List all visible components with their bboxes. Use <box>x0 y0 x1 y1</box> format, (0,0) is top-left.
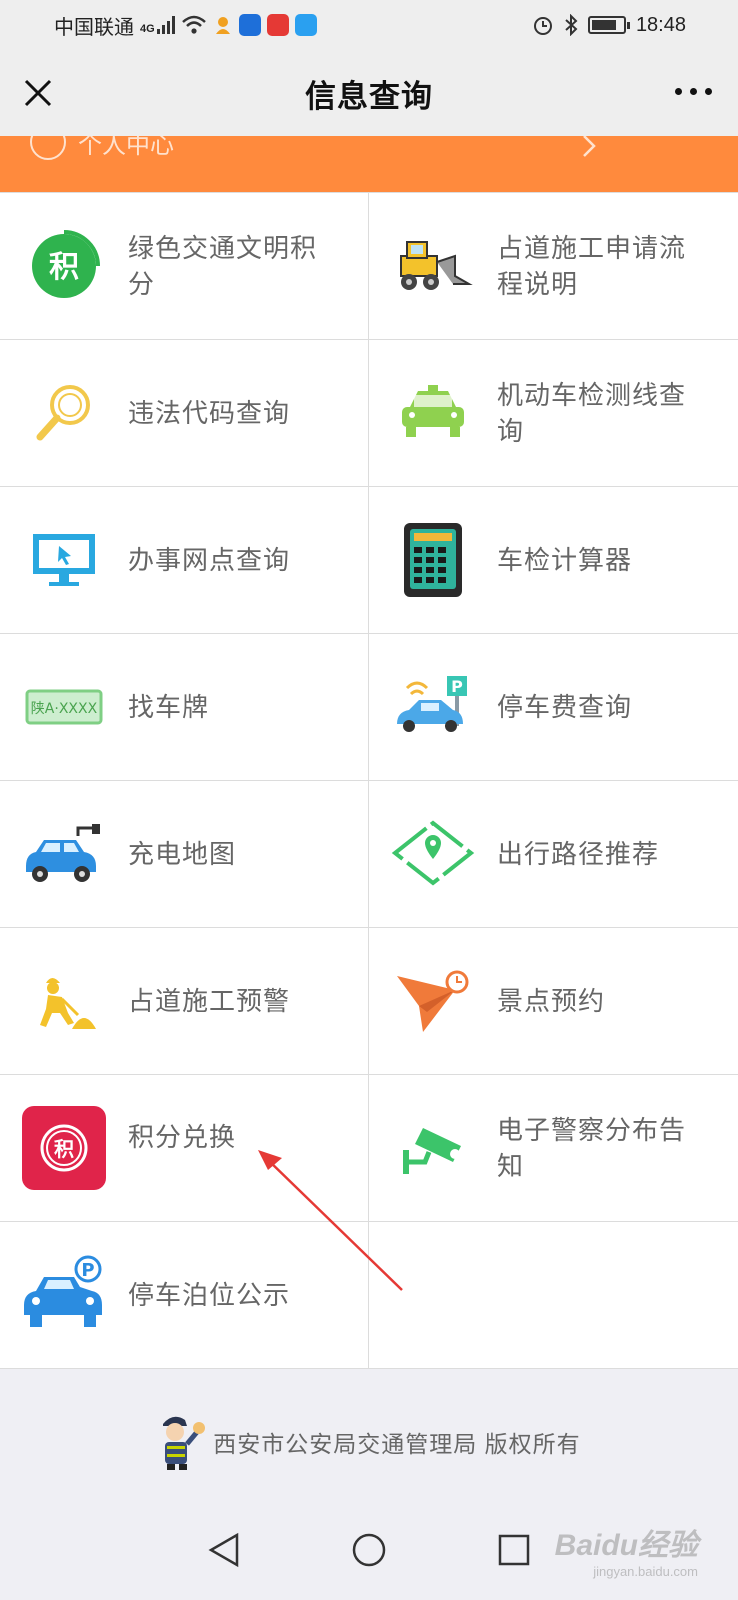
grid-item-label: 景点预约 <box>497 986 606 1016</box>
grid-item-label: 停车费查询 <box>497 692 633 722</box>
monitor-icon <box>22 518 106 602</box>
grid-item-scenic-reservation[interactable]: 景点预约 <box>369 928 738 1075</box>
police-mascot-icon <box>163 1416 206 1470</box>
route-icon <box>391 812 475 896</box>
carrier-label: 中国联通 <box>54 16 134 39</box>
green-car-icon <box>391 371 475 455</box>
grid-item-points-exchange[interactable]: 积 积分兑换 <box>0 1075 369 1222</box>
signal-icon <box>156 16 175 34</box>
bluetooth-icon <box>565 14 578 36</box>
grid-item-label: 电子警察分布告知 <box>497 1115 687 1181</box>
bulldozer-icon <box>391 224 475 308</box>
calculator-icon <box>391 518 475 602</box>
service-grid: 积 绿色交通文明积分 占道施工申请流程说明 违法代码查询 机动车检测线查询 办事… <box>0 192 738 1369</box>
grid-item-label: 违法代码查询 <box>128 398 291 428</box>
green-points-icon: 积 <box>22 224 106 308</box>
grid-item-construction-apply[interactable]: 占道施工申请流程说明 <box>369 193 738 340</box>
nav-bar: 信息查询 <box>0 50 738 136</box>
grid-item-inspection-line[interactable]: 机动车检测线查询 <box>369 340 738 487</box>
grid-item-construction-warning[interactable]: 占道施工预警 <box>0 928 369 1075</box>
grid-item-label: 占道施工预警 <box>128 986 291 1016</box>
grid-item-label: 找车牌 <box>128 692 210 722</box>
wifi-icon <box>181 15 206 34</box>
footer: 西安市公安局交通管理局 版权所有 <box>0 1392 738 1492</box>
license-plate-icon: 陕A·XXXX <box>22 665 106 749</box>
grid-item-label: 停车泊位公示 <box>128 1280 291 1310</box>
user-center-banner[interactable]: 个人中心 <box>0 136 738 192</box>
magnifier-icon <box>22 371 106 455</box>
page-title: 信息查询 <box>305 78 433 114</box>
app-notification-icon <box>294 14 317 36</box>
svg-text:积: 积 <box>49 250 79 285</box>
grid-item-label: 积分兑换 <box>128 1122 237 1152</box>
clock: 18:48 <box>635 13 686 36</box>
parking-berth-icon: P <box>22 1253 106 1337</box>
grid-item-label: 机动车检测线查询 <box>497 380 687 446</box>
network-label: 4G <box>140 22 155 35</box>
grid-item-label: 绿色交通文明积分 <box>128 233 318 299</box>
app-notification-icon <box>238 14 261 36</box>
charging-car-icon <box>22 812 106 896</box>
watermark-sub: jingyan.baidu.com <box>593 1564 698 1579</box>
svg-text:积: 积 <box>54 1137 74 1161</box>
grid-item-service-points[interactable]: 办事网点查询 <box>0 487 369 634</box>
footer-copyright: 西安市公安局交通管理局 版权所有 <box>213 1431 581 1457</box>
more-icon[interactable] <box>675 88 712 95</box>
recents-icon[interactable] <box>497 1533 531 1567</box>
svg-text:P: P <box>81 1260 94 1281</box>
watermark: Baidu经验 jingyan.baidu.com <box>555 1520 698 1579</box>
grid-item-parking-berth[interactable]: P 停车泊位公示 <box>0 1222 369 1369</box>
points-exchange-icon: 积 <box>22 1106 106 1190</box>
grid-item-violation-code[interactable]: 违法代码查询 <box>0 340 369 487</box>
app-notification-icon <box>215 17 230 34</box>
grid-item-inspection-calculator[interactable]: 车检计算器 <box>369 487 738 634</box>
watermark-text: Baidu经验 <box>554 1529 698 1562</box>
grid-item-label: 车检计算器 <box>497 545 633 575</box>
grid-empty-cell <box>369 1222 738 1369</box>
grid-item-e-police[interactable]: 电子警察分布告知 <box>369 1075 738 1222</box>
grid-item-route-recommend[interactable]: 出行路径推荐 <box>369 781 738 928</box>
camera-icon <box>391 1106 475 1190</box>
parking-car-icon: P <box>391 665 475 749</box>
alarm-icon <box>533 17 552 35</box>
grid-item-label: 出行路径推荐 <box>497 839 660 869</box>
back-icon[interactable] <box>207 1532 241 1568</box>
svg-text:P: P <box>451 677 463 696</box>
grid-item-label: 充电地图 <box>128 839 237 869</box>
grid-item-label: 办事网点查询 <box>128 545 291 575</box>
construction-worker-icon <box>22 959 106 1043</box>
status-bar: 中国联通 4G 18:48 <box>0 0 738 50</box>
grid-item-find-plate[interactable]: 陕A·XXXX 找车牌 <box>0 634 369 781</box>
grid-item-green-points[interactable]: 积 绿色交通文明积分 <box>0 193 369 340</box>
paper-plane-clock-icon <box>391 959 475 1043</box>
user-center-label: 个人中心 <box>78 136 174 159</box>
chevron-right-icon <box>583 136 596 157</box>
battery-icon <box>587 16 630 34</box>
user-center-link[interactable]: 个人中心 <box>30 136 174 160</box>
home-icon[interactable] <box>351 1532 387 1568</box>
svg-text:陕A·XXXX: 陕A·XXXX <box>31 701 98 717</box>
grid-item-label: 占道施工申请流程说明 <box>497 233 687 299</box>
user-avatar-icon <box>30 136 66 160</box>
close-icon[interactable] <box>20 75 56 111</box>
app-notification-icon <box>266 14 289 36</box>
grid-item-charging-map[interactable]: 充电地图 <box>0 781 369 928</box>
grid-item-parking-fee[interactable]: P 停车费查询 <box>369 634 738 781</box>
